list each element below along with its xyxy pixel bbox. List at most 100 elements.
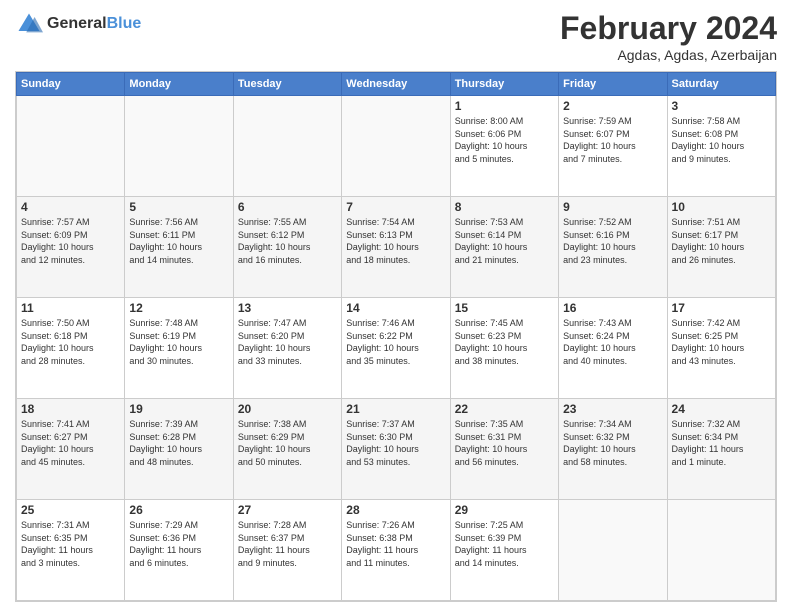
calendar-cell: 13 Sunrise: 7:47 AM Sunset: 6:20 PM Dayli… [233,298,341,399]
logo-text: GeneralBlue [47,15,141,33]
day-number: 18 [21,402,120,416]
day-number: 17 [672,301,771,315]
weekday-header-saturday: Saturday [667,73,775,96]
weekday-header-thursday: Thursday [450,73,558,96]
weekday-header-friday: Friday [559,73,667,96]
day-info: Sunrise: 7:59 AM Sunset: 6:07 PM Dayligh… [563,115,662,165]
day-number: 7 [346,200,445,214]
day-info: Sunrise: 7:41 AM Sunset: 6:27 PM Dayligh… [21,418,120,468]
calendar-cell: 21 Sunrise: 7:37 AM Sunset: 6:30 PM Dayli… [342,399,450,500]
day-info: Sunrise: 7:45 AM Sunset: 6:23 PM Dayligh… [455,317,554,367]
day-info: Sunrise: 7:42 AM Sunset: 6:25 PM Dayligh… [672,317,771,367]
header: GeneralBlue February 2024 Agdas, Agdas, … [15,10,777,63]
calendar-cell: 3 Sunrise: 7:58 AM Sunset: 6:08 PM Daylig… [667,96,775,197]
day-info: Sunrise: 7:58 AM Sunset: 6:08 PM Dayligh… [672,115,771,165]
calendar-cell: 10 Sunrise: 7:51 AM Sunset: 6:17 PM Dayli… [667,197,775,298]
calendar-cell: 1 Sunrise: 8:00 AM Sunset: 6:06 PM Daylig… [450,96,558,197]
calendar-body: 1 Sunrise: 8:00 AM Sunset: 6:06 PM Daylig… [17,96,776,601]
day-number: 3 [672,99,771,113]
calendar-cell: 4 Sunrise: 7:57 AM Sunset: 6:09 PM Daylig… [17,197,125,298]
day-number: 2 [563,99,662,113]
calendar-week-5: 25Sunrise: 7:31 AM Sunset: 6:35 PM Dayli… [17,500,776,601]
calendar-cell: 7Sunrise: 7:54 AM Sunset: 6:13 PM Daylig… [342,197,450,298]
logo-icon [15,10,43,38]
calendar-cell: 5 Sunrise: 7:56 AM Sunset: 6:11 PM Daylig… [125,197,233,298]
day-number: 1 [455,99,554,113]
calendar-cell: 17 Sunrise: 7:42 AM Sunset: 6:25 PM Dayli… [667,298,775,399]
weekday-header-tuesday: Tuesday [233,73,341,96]
logo: GeneralBlue [15,10,141,38]
day-info: Sunrise: 7:37 AM Sunset: 6:30 PM Dayligh… [346,418,445,468]
calendar-week-3: 11 Sunrise: 7:50 AM Sunset: 6:18 PM Dayli… [17,298,776,399]
calendar-cell: 19 Sunrise: 7:39 AM Sunset: 6:28 PM Dayli… [125,399,233,500]
day-info: Sunrise: 7:34 AM Sunset: 6:32 PM Dayligh… [563,418,662,468]
day-info: Sunrise: 7:53 AM Sunset: 6:14 PM Dayligh… [455,216,554,266]
day-number: 23 [563,402,662,416]
day-info: Sunrise: 7:57 AM Sunset: 6:09 PM Dayligh… [21,216,120,266]
day-number: 9 [563,200,662,214]
calendar-cell: 14Sunrise: 7:46 AM Sunset: 6:22 PM Dayli… [342,298,450,399]
calendar-cell: 28 Sunrise: 7:26 AM Sunset: 6:38 PM Dayli… [342,500,450,601]
day-number: 22 [455,402,554,416]
calendar-cell [233,96,341,197]
logo-blue: Blue [107,15,142,32]
day-info: Sunrise: 7:50 AM Sunset: 6:18 PM Dayligh… [21,317,120,367]
day-info: Sunrise: 7:43 AM Sunset: 6:24 PM Dayligh… [563,317,662,367]
day-number: 29 [455,503,554,517]
day-number: 5 [129,200,228,214]
day-info: Sunrise: 7:29 AM Sunset: 6:36 PM Dayligh… [129,519,228,569]
day-info: Sunrise: 7:48 AM Sunset: 6:19 PM Dayligh… [129,317,228,367]
day-info: Sunrise: 7:28 AM Sunset: 6:37 PM Dayligh… [238,519,337,569]
day-number: 4 [21,200,120,214]
day-info: Sunrise: 7:25 AM Sunset: 6:39 PM Dayligh… [455,519,554,569]
weekday-row: SundayMondayTuesdayWednesdayThursdayFrid… [17,73,776,96]
day-number: 13 [238,301,337,315]
day-info: Sunrise: 8:00 AM Sunset: 6:06 PM Dayligh… [455,115,554,165]
calendar-cell: 26 Sunrise: 7:29 AM Sunset: 6:36 PM Dayli… [125,500,233,601]
title-block: February 2024 Agdas, Agdas, Azerbaijan [560,10,777,63]
day-info: Sunrise: 7:52 AM Sunset: 6:16 PM Dayligh… [563,216,662,266]
day-info: Sunrise: 7:56 AM Sunset: 6:11 PM Dayligh… [129,216,228,266]
day-number: 16 [563,301,662,315]
day-number: 26 [129,503,228,517]
day-number: 21 [346,402,445,416]
calendar-cell [342,96,450,197]
calendar-cell: 9 Sunrise: 7:52 AM Sunset: 6:16 PM Daylig… [559,197,667,298]
day-number: 27 [238,503,337,517]
calendar-week-4: 18 Sunrise: 7:41 AM Sunset: 6:27 PM Dayli… [17,399,776,500]
weekday-header-monday: Monday [125,73,233,96]
calendar-cell: 25Sunrise: 7:31 AM Sunset: 6:35 PM Dayli… [17,500,125,601]
calendar-cell: 24Sunrise: 7:32 AM Sunset: 6:34 PM Dayli… [667,399,775,500]
calendar-cell: 16 Sunrise: 7:43 AM Sunset: 6:24 PM Dayli… [559,298,667,399]
calendar-cell: 23 Sunrise: 7:34 AM Sunset: 6:32 PM Dayli… [559,399,667,500]
day-info: Sunrise: 7:51 AM Sunset: 6:17 PM Dayligh… [672,216,771,266]
day-number: 14 [346,301,445,315]
day-info: Sunrise: 7:39 AM Sunset: 6:28 PM Dayligh… [129,418,228,468]
day-number: 19 [129,402,228,416]
calendar-table: SundayMondayTuesdayWednesdayThursdayFrid… [16,72,776,601]
calendar-cell: 2 Sunrise: 7:59 AM Sunset: 6:07 PM Daylig… [559,96,667,197]
day-number: 20 [238,402,337,416]
calendar-cell [17,96,125,197]
calendar-cell: 29 Sunrise: 7:25 AM Sunset: 6:39 PM Dayli… [450,500,558,601]
day-info: Sunrise: 7:55 AM Sunset: 6:12 PM Dayligh… [238,216,337,266]
main-title: February 2024 [560,10,777,47]
day-info: Sunrise: 7:47 AM Sunset: 6:20 PM Dayligh… [238,317,337,367]
logo-general: General [47,15,107,32]
calendar-cell: 22Sunrise: 7:35 AM Sunset: 6:31 PM Dayli… [450,399,558,500]
day-number: 10 [672,200,771,214]
weekday-header-wednesday: Wednesday [342,73,450,96]
day-info: Sunrise: 7:26 AM Sunset: 6:38 PM Dayligh… [346,519,445,569]
calendar-cell: 12Sunrise: 7:48 AM Sunset: 6:19 PM Dayli… [125,298,233,399]
day-number: 15 [455,301,554,315]
calendar-cell [125,96,233,197]
day-info: Sunrise: 7:32 AM Sunset: 6:34 PM Dayligh… [672,418,771,468]
day-number: 11 [21,301,120,315]
day-number: 6 [238,200,337,214]
day-info: Sunrise: 7:31 AM Sunset: 6:35 PM Dayligh… [21,519,120,569]
calendar-cell: 18 Sunrise: 7:41 AM Sunset: 6:27 PM Dayli… [17,399,125,500]
day-number: 28 [346,503,445,517]
day-number: 8 [455,200,554,214]
calendar-cell [559,500,667,601]
subtitle: Agdas, Agdas, Azerbaijan [560,47,777,63]
